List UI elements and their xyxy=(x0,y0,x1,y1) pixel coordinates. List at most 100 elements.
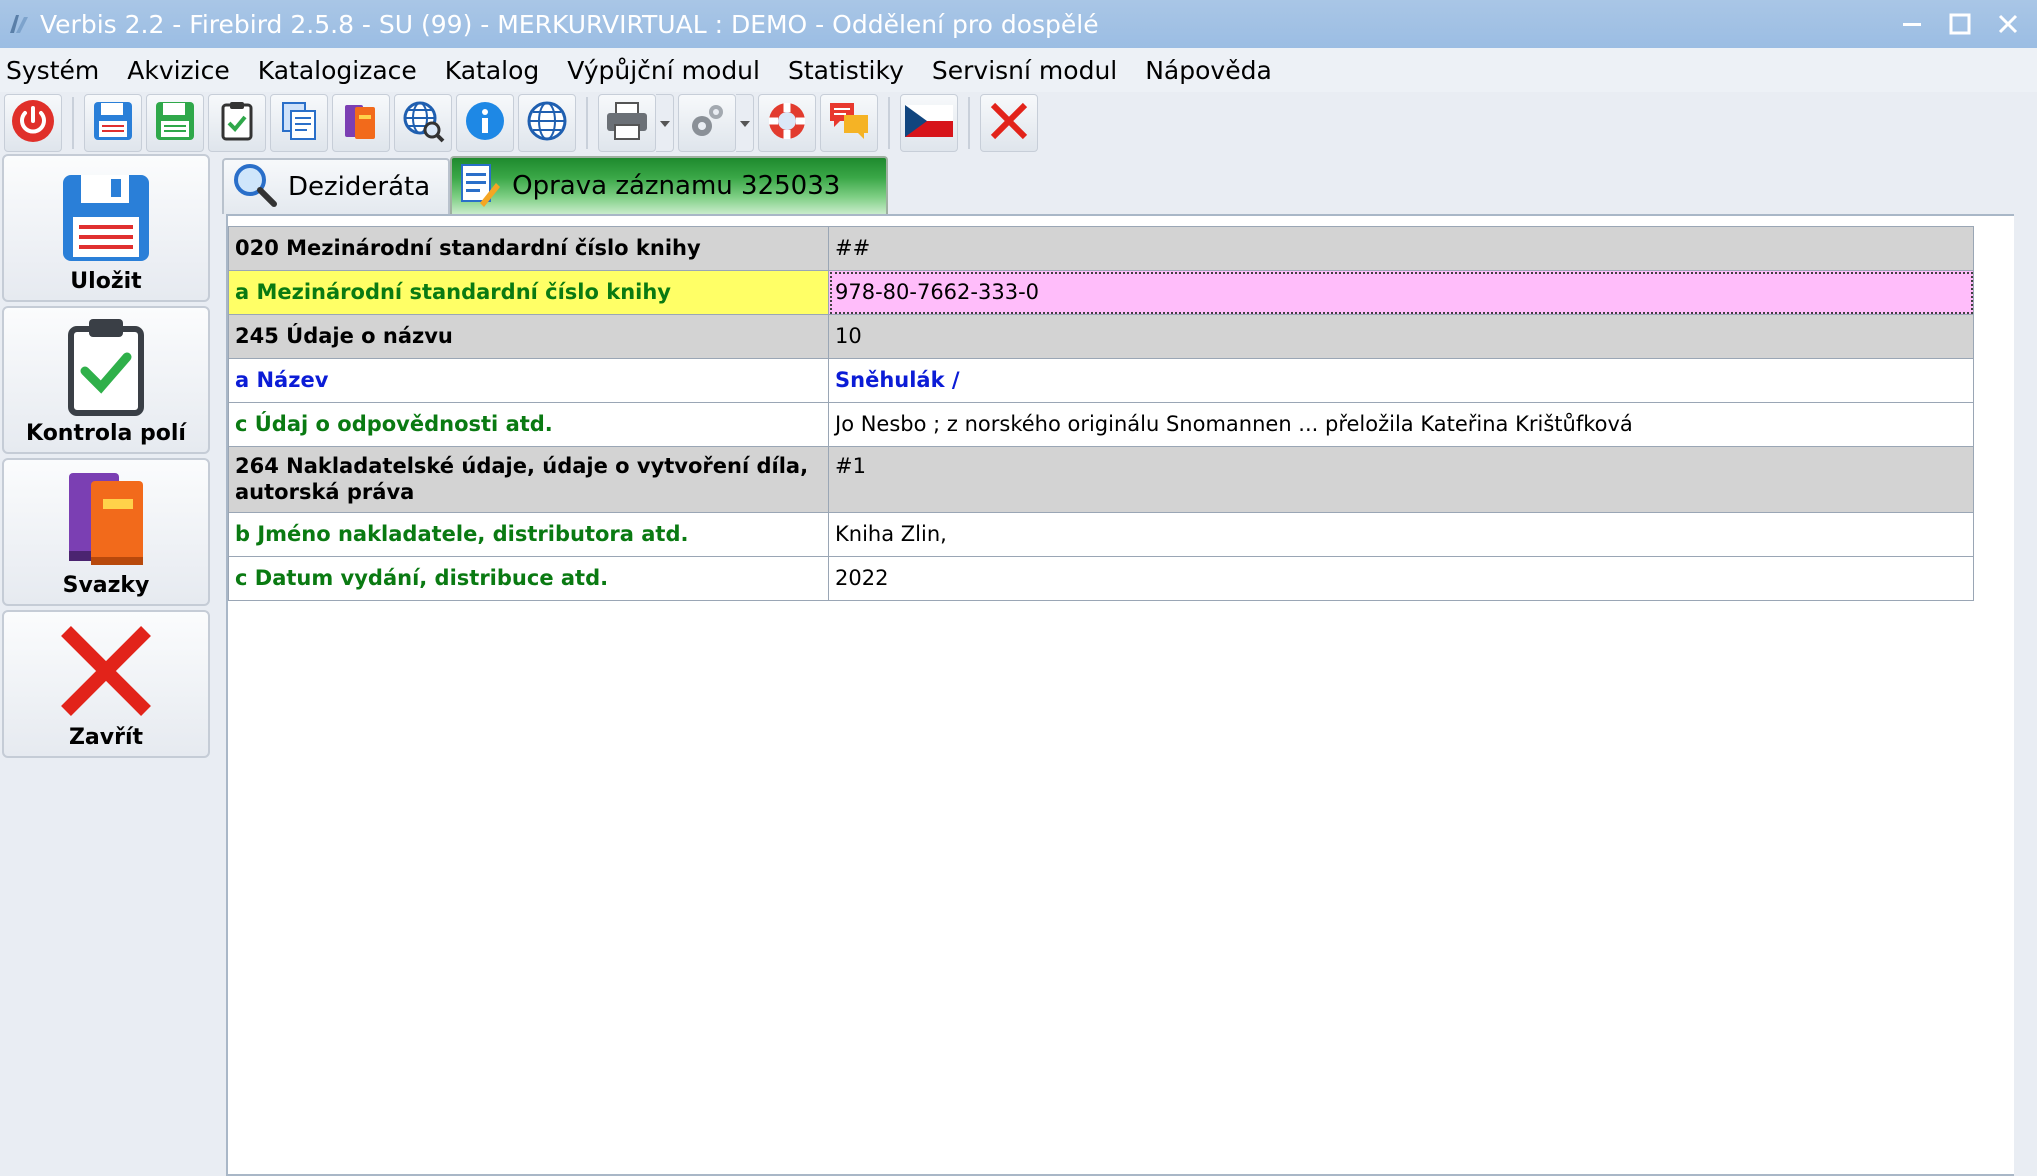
side-panel: Uložit Kontrola polí Svazky Zavřít xyxy=(0,154,214,1176)
menu-katalogizace[interactable]: Katalogizace xyxy=(250,56,431,85)
volumes-toolbar-button[interactable] xyxy=(332,94,390,152)
save-icon xyxy=(91,99,135,147)
globe-search-button[interactable] xyxy=(394,94,452,152)
maximize-icon[interactable] xyxy=(1945,9,1975,39)
chat-bubbles-icon xyxy=(826,99,872,147)
toolbar-separator xyxy=(586,97,588,149)
toolbar xyxy=(0,92,2037,154)
subfield-label: c Datum vydání, distribuce atd. xyxy=(228,556,829,601)
clipboard-check-icon xyxy=(215,99,259,147)
menu-system[interactable]: Systém xyxy=(0,56,113,85)
save-toolbar-button[interactable] xyxy=(84,94,142,152)
table-row[interactable]: 020 Mezinárodní standardní číslo knihy #… xyxy=(228,226,1974,271)
gears-icon xyxy=(685,99,729,147)
minimize-icon[interactable] xyxy=(1897,9,1927,39)
title-bar: Verbis 2.2 - Firebird 2.5.8 - SU (99) - … xyxy=(0,0,2037,48)
table-row[interactable]: 245 Údaje o názvu 10 xyxy=(228,314,1974,359)
menu-servisni-modul[interactable]: Servisní modul xyxy=(924,56,1131,85)
chevron-down-icon xyxy=(739,114,751,133)
marc-record-table: 020 Mezinárodní standardní číslo knihy #… xyxy=(228,226,1974,601)
globe-button[interactable] xyxy=(518,94,576,152)
menu-katalog[interactable]: Katalog xyxy=(437,56,554,85)
books-icon xyxy=(61,469,151,569)
lifebuoy-icon xyxy=(765,99,809,147)
settings-button[interactable] xyxy=(678,94,736,152)
czech-flag-icon xyxy=(905,105,953,141)
subfield-label: a Mezinárodní standardní číslo knihy xyxy=(228,270,829,315)
clipboard-check-icon xyxy=(63,317,149,417)
table-row[interactable]: c Údaj o odpovědnosti atd. Jo Nesbo ; z … xyxy=(228,402,1974,447)
check-fields-button-label: Kontrola polí xyxy=(26,421,186,446)
settings-dropdown[interactable] xyxy=(736,94,754,152)
close-button[interactable]: Zavřít xyxy=(2,610,210,758)
help-button[interactable] xyxy=(758,94,816,152)
subfield-label: a Název xyxy=(228,358,829,403)
language-button[interactable] xyxy=(900,94,958,152)
subfield-label: b Jméno nakladatele, distributora atd. xyxy=(228,512,829,557)
menu-bar: Systém Akvizice Katalogizace Katalog Výp… xyxy=(0,48,2037,92)
books-icon xyxy=(339,99,383,147)
table-row[interactable]: c Datum vydání, distribuce atd. 2022 xyxy=(228,556,1974,601)
chevron-down-icon xyxy=(659,114,671,133)
field-label: 020 Mezinárodní standardní číslo knihy xyxy=(228,226,829,271)
close-toolbar-button[interactable] xyxy=(980,94,1038,152)
power-icon xyxy=(10,98,56,148)
subfield-value-input[interactable]: 978-80-7662-333-0 xyxy=(828,270,1974,315)
table-row[interactable]: a Mezinárodní standardní číslo knihy 978… xyxy=(228,270,1974,315)
subfield-value[interactable]: Sněhulák / xyxy=(828,358,1974,403)
menu-akvizice[interactable]: Akvizice xyxy=(119,56,244,85)
info-icon xyxy=(463,99,507,147)
close-button-label: Zavřít xyxy=(68,725,144,750)
toolbar-separator xyxy=(968,97,970,149)
menu-vypujcni-modul[interactable]: Výpůjční modul xyxy=(559,56,774,85)
save-button[interactable]: Uložit xyxy=(2,154,210,302)
subfield-value[interactable]: 2022 xyxy=(828,556,1974,601)
close-icon[interactable] xyxy=(1993,9,2023,39)
menu-napoveda[interactable]: Nápověda xyxy=(1137,56,1286,85)
subfield-label: c Údaj o odpovědnosti atd. xyxy=(228,402,829,447)
info-button[interactable] xyxy=(456,94,514,152)
right-edge xyxy=(2014,214,2034,1176)
app-logo-icon xyxy=(4,9,34,39)
volumes-button[interactable]: Svazky xyxy=(2,458,210,606)
power-button[interactable] xyxy=(4,94,62,152)
toolbar-separator xyxy=(72,97,74,149)
tab-edit-record[interactable]: Oprava záznamu 325033 xyxy=(450,156,889,214)
print-dropdown[interactable] xyxy=(656,94,674,152)
documents-button[interactable] xyxy=(270,94,328,152)
print-button[interactable] xyxy=(598,94,656,152)
tab-edit-record-label: Oprava záznamu 325033 xyxy=(512,171,841,201)
document-edit-icon xyxy=(458,159,502,214)
check-fields-button[interactable]: Kontrola polí xyxy=(2,306,210,454)
printer-icon xyxy=(604,99,650,147)
field-indicators[interactable]: 10 xyxy=(828,314,1974,359)
table-row[interactable]: a Název Sněhulák / xyxy=(228,358,1974,403)
tab-strip: Dezideráta Oprava záznamu 325033 xyxy=(222,156,889,215)
messages-button[interactable] xyxy=(820,94,878,152)
field-indicators[interactable]: ## xyxy=(828,226,1974,271)
field-label: 264 Nakladatelské údaje, údaje o vytvoře… xyxy=(228,446,829,513)
tab-desiderata[interactable]: Dezideráta xyxy=(222,158,451,215)
globe-icon xyxy=(525,99,569,147)
tab-desiderata-label: Dezideráta xyxy=(288,172,431,202)
field-indicators[interactable]: #1 xyxy=(828,446,1974,513)
subfield-value[interactable]: Kniha Zlin, xyxy=(828,512,1974,557)
record-editor: 020 Mezinárodní standardní číslo knihy #… xyxy=(226,214,2017,1176)
globe-search-icon xyxy=(401,99,445,147)
volumes-button-label: Svazky xyxy=(62,573,150,598)
save-green-button[interactable] xyxy=(146,94,204,152)
subfield-value[interactable]: Jo Nesbo ; z norského originálu Snomanne… xyxy=(828,402,1974,447)
close-icon xyxy=(56,621,156,721)
menu-statistiky[interactable]: Statistiky xyxy=(780,56,918,85)
window-title: Verbis 2.2 - Firebird 2.5.8 - SU (99) - … xyxy=(40,9,1099,39)
table-row[interactable]: 264 Nakladatelské údaje, údaje o vytvoře… xyxy=(228,446,1974,513)
save-green-icon xyxy=(153,99,197,147)
field-label: 245 Údaje o názvu xyxy=(228,314,829,359)
search-icon xyxy=(230,160,278,215)
documents-icon xyxy=(277,99,321,147)
table-row[interactable]: b Jméno nakladatele, distributora atd. K… xyxy=(228,512,1974,557)
check-fields-toolbar-button[interactable] xyxy=(208,94,266,152)
save-icon xyxy=(59,171,153,265)
toolbar-separator xyxy=(888,97,890,149)
save-button-label: Uložit xyxy=(70,269,142,294)
